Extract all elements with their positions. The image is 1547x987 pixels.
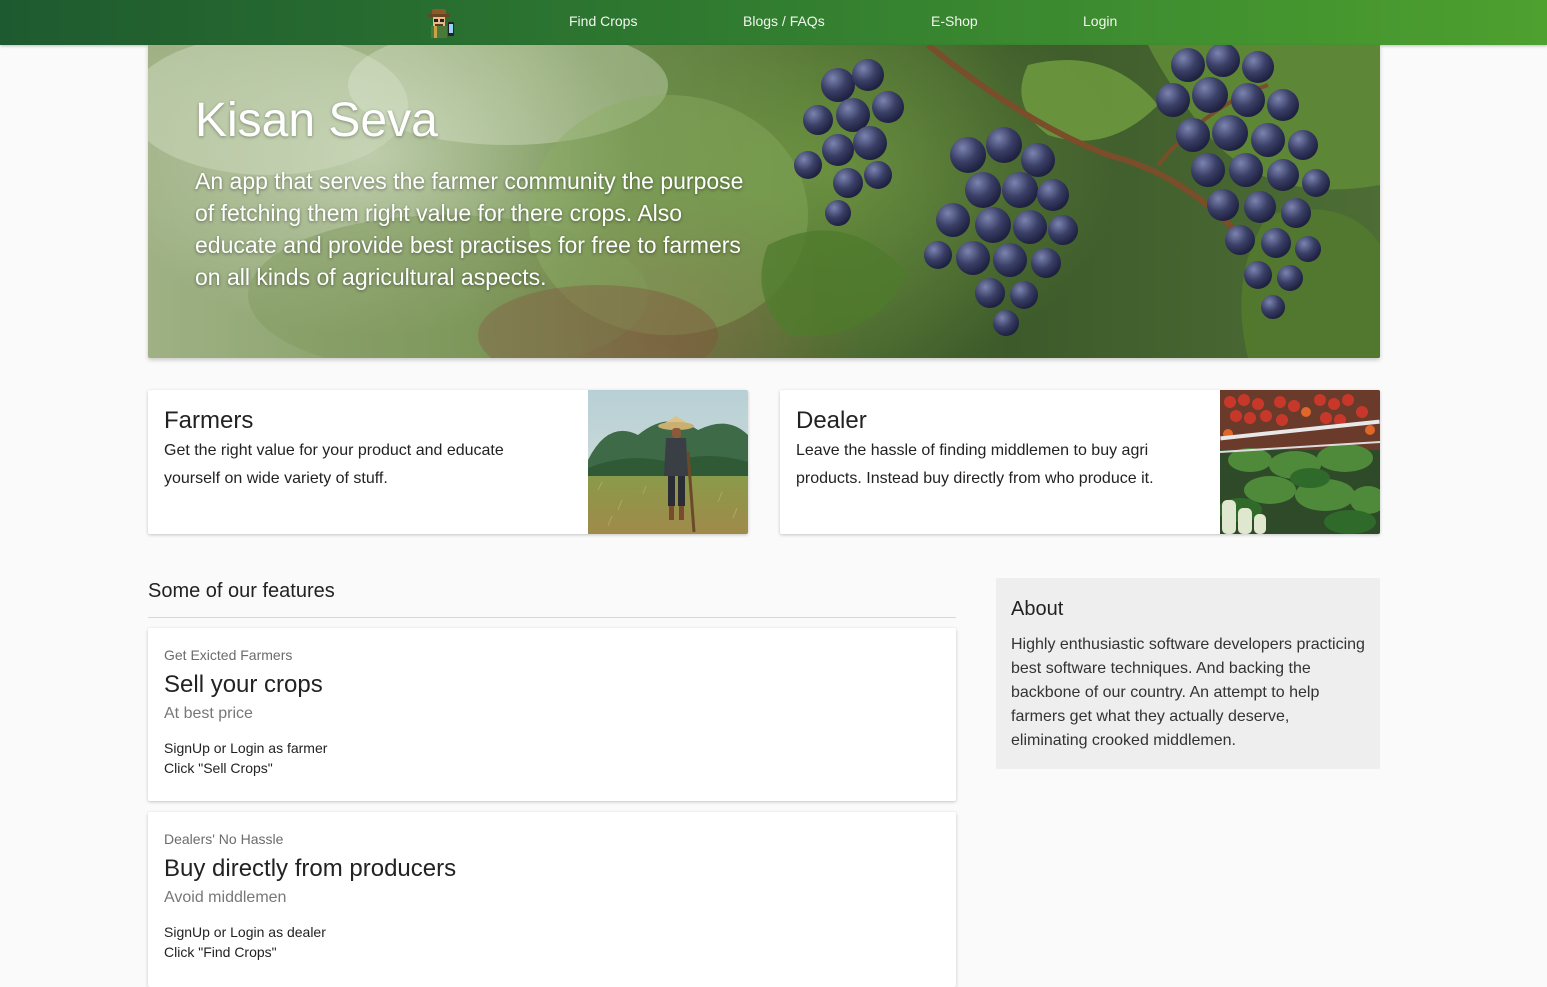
feature-step: Click "Sell Crops" xyxy=(164,760,273,776)
feature-card-buy: Dealers' No Hassle Buy directly from pro… xyxy=(148,812,956,987)
farmers-card-text: Get the right value for your product and… xyxy=(164,442,504,487)
features-divider xyxy=(148,617,956,618)
vegetable-market-photo xyxy=(1220,390,1380,534)
dealer-card-title: Dealer xyxy=(796,407,867,434)
feature-title: Sell your crops xyxy=(164,671,323,698)
feature-step: Click "Find Crops" xyxy=(164,944,277,960)
about-title: About xyxy=(1011,598,1064,620)
feature-step: SignUp or Login as farmer xyxy=(164,740,328,756)
about-text: Highly enthusiastic software developers … xyxy=(1011,636,1365,749)
feature-subtitle: At best price xyxy=(164,705,253,722)
dealer-card[interactable]: Dealer Leave the hassle of finding middl… xyxy=(780,390,1380,534)
feature-title: Buy directly from producers xyxy=(164,855,457,882)
nav-blogs-faqs[interactable]: Blogs / FAQs xyxy=(743,13,825,29)
feature-subtitle: Avoid middlemen xyxy=(164,889,287,906)
nav-e-shop[interactable]: E-Shop xyxy=(931,13,978,29)
nav-login[interactable]: Login xyxy=(1083,13,1117,29)
farmer-logo-icon[interactable] xyxy=(423,6,457,40)
dealer-card-text: Leave the hassle of finding middlemen to… xyxy=(796,442,1154,487)
farmers-card[interactable]: Farmers Get the right value for your pro… xyxy=(148,390,748,534)
feature-eyebrow: Dealers' No Hassle xyxy=(164,831,284,847)
features-heading: Some of our features xyxy=(148,580,335,602)
farmer-in-field-photo xyxy=(588,390,748,534)
about-panel: About Highly enthusiastic software devel… xyxy=(996,578,1380,769)
hero-description: An app that serves the farmer community … xyxy=(195,168,744,290)
farmers-card-title: Farmers xyxy=(164,407,254,434)
feature-card-sell: Get Exicted Farmers Sell your crops At b… xyxy=(148,628,956,801)
hero-banner: Kisan Seva An app that serves the farmer… xyxy=(148,45,1380,358)
hero-title: Kisan Seva xyxy=(195,94,438,147)
feature-step: SignUp or Login as dealer xyxy=(164,924,326,940)
nav-find-crops[interactable]: Find Crops xyxy=(569,13,637,29)
feature-eyebrow: Get Exicted Farmers xyxy=(164,647,293,663)
top-navbar: Find Crops Blogs / FAQs E-Shop Login xyxy=(0,0,1547,45)
